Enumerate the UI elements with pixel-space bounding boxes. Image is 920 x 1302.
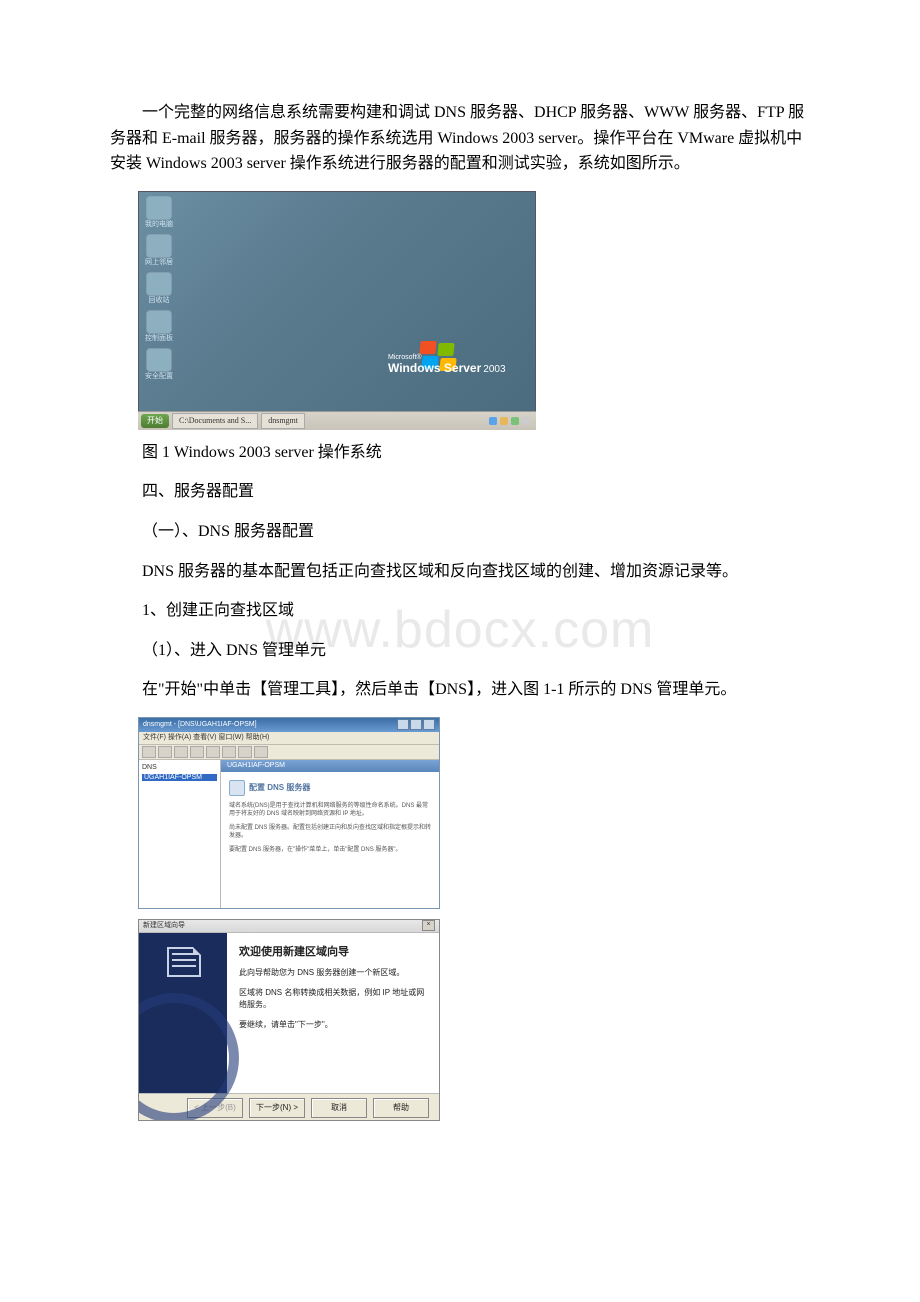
mmc-titlebar: dnsmgmt - [DNS\UGAH1IAF-OPSM]: [139, 718, 439, 732]
wizard-banner: [139, 933, 227, 1093]
mmc-tree[interactable]: DNS UGAH1IAF-OPSM: [139, 760, 221, 909]
windows-desktop-screenshot: 我的电脑 网上邻居 回收站 控制面板 安全配置 Microsoft® Windo…: [138, 191, 536, 430]
help-button[interactable]: 帮助: [373, 1098, 429, 1118]
windows-brand-text: Microsoft® Windows Server2003: [388, 354, 506, 375]
window-controls[interactable]: [397, 719, 435, 730]
wizard-content: 欢迎使用新建区域向导 此向导帮助您为 DNS 服务器创建一个新区域。 区域将 D…: [227, 933, 439, 1093]
desktop-icon-label: 网上邻居: [145, 258, 173, 266]
taskbar-button[interactable]: C:\Documents and S...: [172, 413, 258, 429]
heading-4-1: （一）、DNS 服务器配置: [110, 519, 810, 545]
new-zone-wizard-screenshot: 新建区域向导 × 欢迎使用新建区域向导 此向导帮助您为 DNS 服务器创建一个新…: [138, 919, 440, 1121]
heading-4: 四、服务器配置: [110, 479, 810, 505]
intro-paragraph: 一个完整的网络信息系统需要构建和调试 DNS 服务器、DHCP 服务器、WWW …: [110, 100, 810, 177]
step-1: 1、创建正向查找区域: [110, 598, 810, 624]
step-1-1-desc: 在"开始"中单击【管理工具】，然后单击【DNS】，进入图 1-1 所示的 DNS…: [110, 677, 810, 703]
info-icon: [229, 780, 245, 796]
next-button[interactable]: 下一步(N) >: [249, 1098, 305, 1118]
taskbar: 开始 C:\Documents and S... dnsmgmt: [138, 411, 536, 430]
cancel-button[interactable]: 取消: [311, 1098, 367, 1118]
step-1-1: （1）、进入 DNS 管理单元: [110, 638, 810, 664]
document-icon: [167, 947, 201, 977]
figure-caption-1: 图 1 Windows 2003 server 操作系统: [110, 440, 810, 466]
dns-mmc-screenshot: dnsmgmt - [DNS\UGAH1IAF-OPSM] 文件(F) 操作(A…: [138, 717, 440, 909]
desktop-icon-label: 安全配置: [145, 372, 173, 380]
wizard-titlebar: 新建区域向导 ×: [139, 920, 439, 933]
mmc-toolbar[interactable]: [139, 745, 439, 760]
start-button[interactable]: 开始: [141, 414, 169, 428]
desktop-icon-label: 回收站: [149, 296, 170, 304]
system-tray: [483, 417, 536, 425]
taskbar-button[interactable]: dnsmgmt: [261, 413, 305, 429]
wizard-heading: 欢迎使用新建区域向导: [239, 943, 427, 959]
dns-description: DNS 服务器的基本配置包括正向查找区域和反向查找区域的创建、增加资源记录等。: [110, 559, 810, 585]
mmc-content: UGAH1IAF-OPSM 配置 DNS 服务器 域名系统(DNS)是用于查找计…: [221, 760, 439, 909]
desktop-icon-label: 我的电脑: [145, 220, 173, 228]
desktop-icon-label: 控制面板: [145, 334, 173, 342]
close-icon[interactable]: ×: [422, 920, 435, 931]
mmc-menubar[interactable]: 文件(F) 操作(A) 查看(V) 窗口(W) 帮助(H): [139, 732, 439, 745]
